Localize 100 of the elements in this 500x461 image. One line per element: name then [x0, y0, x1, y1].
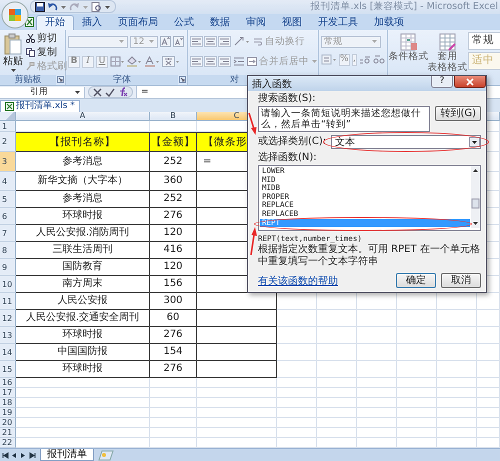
dialog-launcher-icon[interactable] [57, 76, 64, 84]
align-lines-icon[interactable] [190, 56, 203, 68]
copy-button[interactable]: 复制 [26, 46, 67, 59]
ribbon-tab[interactable]: 插入 [74, 14, 110, 30]
row-header[interactable]: 10 [0, 276, 16, 294]
table-cell[interactable]: 154 [150, 344, 197, 362]
help-button[interactable]: ? [431, 76, 453, 88]
table-cell[interactable]: 参考消息 [16, 191, 150, 208]
column-header[interactable]: B [150, 112, 197, 122]
scrollbar-icon[interactable] [471, 166, 480, 228]
paste-button[interactable]: 粘贴 [2, 32, 24, 75]
row-header[interactable]: 17 [0, 388, 16, 398]
table-cell[interactable]: 环球时报 [16, 327, 150, 344]
name-box[interactable]: 引用 [0, 86, 85, 98]
ribbon-tab[interactable]: 开始 [36, 14, 74, 30]
orientation-icon[interactable] [233, 36, 251, 48]
table-cell[interactable]: 276 [150, 208, 197, 226]
redo-icon[interactable] [69, 2, 80, 12]
borders-icon[interactable] [110, 56, 124, 68]
close-button[interactable] [454, 76, 486, 88]
cell-style[interactable]: 常规 [468, 32, 500, 50]
ribbon-tab[interactable]: 页面布局 [110, 14, 166, 30]
ribbon-tab[interactable]: 审阅 [238, 14, 274, 30]
table-cell[interactable]: 300 [150, 293, 197, 310]
shrink-font-icon[interactable] [173, 36, 184, 48]
cut-button[interactable]: 剪切 [26, 32, 67, 45]
grow-font-icon[interactable] [160, 36, 171, 48]
ok-button[interactable]: 确定 [396, 273, 436, 288]
table-cell[interactable]: 252 [150, 152, 197, 172]
row-header[interactable]: 20 [0, 418, 16, 428]
table-cell[interactable]: 156 [150, 276, 197, 294]
cancel-button[interactable]: 取消 [441, 273, 481, 288]
align-lines-icon[interactable] [218, 36, 231, 48]
table-cell[interactable]: 276 [150, 327, 197, 344]
fill-color-icon[interactable] [126, 56, 142, 68]
ribbon-tab[interactable]: 开发工具 [310, 14, 366, 30]
row-header[interactable]: 14 [0, 344, 16, 362]
row-header[interactable]: 15 [0, 361, 16, 378]
row-header[interactable]: 19 [0, 408, 16, 418]
dialog-launcher-icon[interactable] [179, 76, 186, 84]
help-link[interactable]: 有关该函数的帮助 [258, 274, 391, 288]
next-sheet-icon[interactable] [20, 452, 27, 459]
phonetic-guide-icon[interactable] [162, 56, 180, 68]
ribbon-tab[interactable]: 视图 [274, 14, 310, 30]
font-color-icon[interactable] [144, 56, 160, 68]
row-header[interactable]: 18 [0, 398, 16, 408]
row-header[interactable]: 13 [0, 327, 16, 344]
prev-sheet-icon[interactable] [11, 452, 18, 459]
table-cell[interactable]: 人民公安报.消防周刊 [16, 225, 150, 242]
table-cell[interactable] [197, 310, 277, 328]
format-as-table-button[interactable]: 套用 表格格式 [428, 32, 467, 75]
row-header[interactable]: 22 [0, 438, 16, 448]
indent-icon[interactable] [233, 56, 245, 68]
row-header[interactable]: 5 [0, 191, 16, 208]
row-header[interactable]: 4 [0, 172, 16, 192]
table-cell[interactable]: 国防教育 [16, 259, 150, 276]
row-header[interactable]: 16 [0, 378, 16, 388]
table-cell[interactable]: 360 [150, 172, 197, 192]
row-header[interactable]: 8 [0, 242, 16, 260]
row-header[interactable]: 1 [0, 121, 16, 132]
table-cell[interactable]: 120 [150, 259, 197, 276]
table-cell[interactable]: 人民公安报.交通安全周刊 [16, 310, 150, 328]
conditional-formatting-button[interactable]: 条件格式 [389, 32, 428, 75]
table-cell[interactable]: 三联生活周刊 [16, 242, 150, 260]
insert-function-icon[interactable] [118, 87, 128, 98]
category-dropdown[interactable]: 文本 [331, 135, 481, 149]
sheet-tab[interactable]: 报刊清单 [40, 449, 94, 461]
table-cell[interactable]: 60 [150, 310, 197, 328]
table-cell[interactable]: 环球时报 [16, 208, 150, 226]
align-lines-icon[interactable] [190, 36, 203, 48]
decrease-decimal-icon[interactable] [373, 54, 385, 66]
enter-icon[interactable] [105, 88, 115, 97]
table-cell[interactable] [197, 327, 277, 344]
currency-icon[interactable] [321, 54, 337, 66]
row-header[interactable]: 2 [0, 132, 16, 152]
table-cell[interactable]: 276 [150, 361, 197, 378]
table-cell[interactable]: 120 [150, 225, 197, 242]
workbook-tab[interactable]: 报刊清单.xls * [0, 100, 80, 112]
font-name-field[interactable] [68, 36, 128, 48]
ribbon-tab[interactable]: 数据 [202, 14, 238, 30]
align-lines-icon[interactable] [204, 36, 217, 48]
table-cell[interactable] [197, 344, 277, 362]
save-icon[interactable] [35, 2, 45, 12]
row-header[interactable]: 3 [0, 152, 16, 172]
table-cell[interactable]: 人民公安报 [16, 293, 150, 310]
last-sheet-icon[interactable] [29, 452, 36, 459]
go-button[interactable]: 转到(G) [435, 106, 481, 121]
row-header[interactable]: 7 [0, 225, 16, 242]
row-header[interactable]: 21 [0, 428, 16, 438]
row-header[interactable]: 11 [0, 293, 16, 310]
table-cell[interactable]: 参考消息 [16, 152, 150, 172]
ribbon-tab[interactable]: 公式 [166, 14, 202, 30]
table-cell[interactable]: 环球时报 [16, 361, 150, 378]
table-cell[interactable] [197, 361, 277, 378]
table-cell[interactable]: 【报刊名称】 [16, 132, 150, 152]
first-sheet-icon[interactable] [2, 452, 9, 459]
print-preview-icon[interactable] [91, 2, 102, 12]
table-cell[interactable]: 中国国防报 [16, 344, 150, 362]
table-cell[interactable]: 南方周末 [16, 276, 150, 294]
increase-decimal-icon[interactable] [359, 54, 371, 66]
